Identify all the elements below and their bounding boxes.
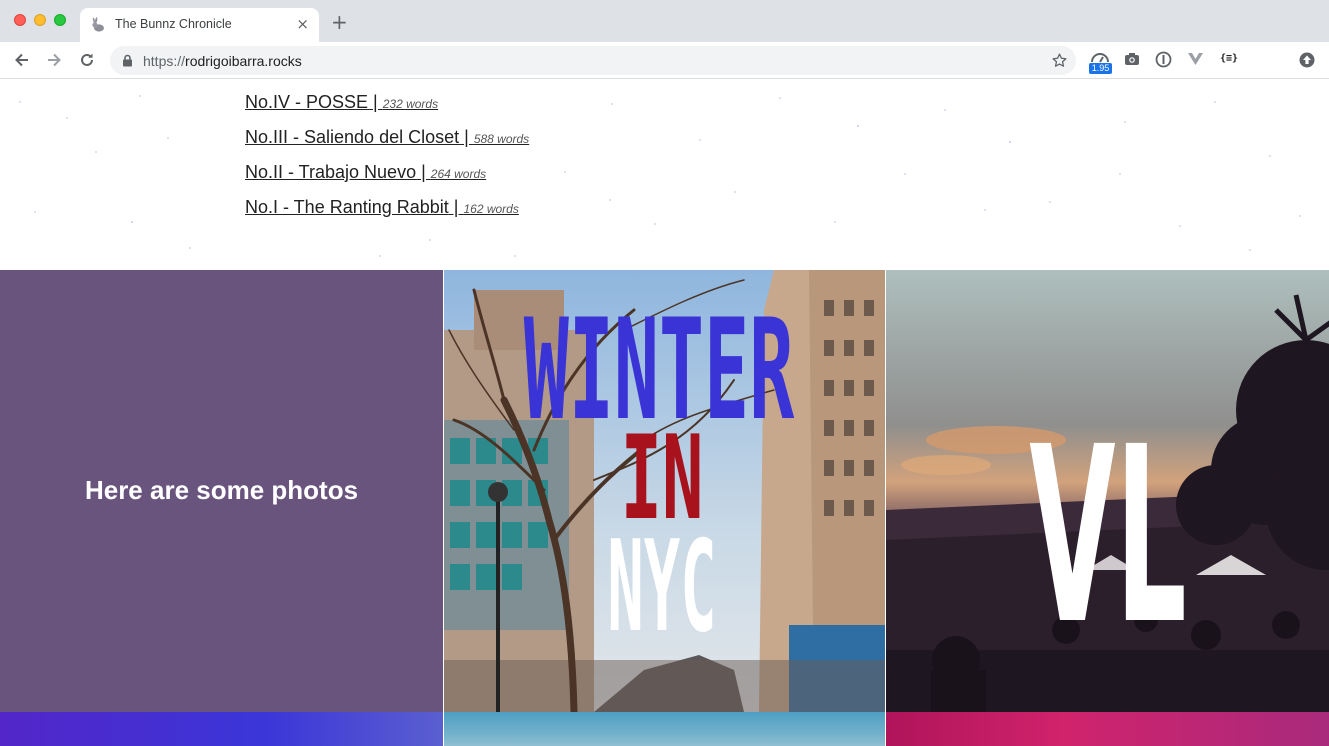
browser-toolbar: https://rodrigoibarra.rocks [0, 42, 1329, 112]
gallery-heading: Here are some photos [84, 475, 359, 505]
gallery-intro-tile: Here are some photos [0, 270, 443, 712]
url-scheme: https:// [143, 53, 186, 69]
vl-photo: VL [886, 270, 1329, 712]
reload-icon[interactable] [77, 50, 97, 70]
post-title: No.II - Trabajo Nuevo [245, 162, 417, 182]
post-link[interactable]: No.III - Saliendo del Closet | 588 words [245, 127, 529, 162]
url-text: https://rodrigoibarra.rocks [143, 53, 302, 69]
url-host: rodrigoibarra.rocks [185, 53, 302, 69]
background-specks [19, 95, 1301, 257]
window-zoom-button[interactable] [54, 14, 66, 26]
post-list: No.IV - POSSE | 232 words No.III - Salie… [245, 92, 529, 232]
photo-winter-in-nyc[interactable]: WINTER IN NYC [444, 270, 885, 712]
post-separator: | [416, 162, 431, 182]
browser-tab[interactable]: The Bunnz Chronicle × [80, 8, 319, 42]
post-word-count: 162 words [463, 202, 519, 216]
page-content: No.IV - POSSE | 232 words No.III - Salie… [0, 80, 1329, 746]
rabbit-favicon-icon [90, 17, 106, 33]
post-separator: | [368, 92, 383, 112]
back-arrow-icon[interactable] [12, 50, 32, 70]
post-word-count: 232 words [382, 97, 439, 111]
post-title: No.IV - POSSE [245, 92, 369, 112]
tab-title: The Bunnz Chronicle [115, 17, 232, 31]
post-link[interactable]: No.I - The Ranting Rabbit | 162 words [245, 197, 529, 232]
extension-badge: 1.95 [1089, 63, 1112, 74]
window-minimize-button[interactable] [34, 14, 46, 26]
post-word-count: 264 words [430, 167, 487, 181]
post-title: No.III - Saliendo del Closet [245, 127, 460, 147]
forward-arrow-icon[interactable] [44, 50, 64, 70]
vl-word: VL [1029, 394, 1186, 678]
post-link[interactable]: No.IV - POSSE | 232 words [245, 92, 529, 127]
photo-vl[interactable]: VL [886, 270, 1329, 712]
post-separator: | [459, 127, 474, 147]
camera-extension-icon[interactable] [1124, 52, 1140, 71]
winter-nyc-photo: WINTER IN NYC [444, 270, 885, 712]
photo-thumbnail[interactable] [0, 712, 443, 746]
tab-strip: The Bunnz Chronicle × + [0, 0, 1329, 42]
bookmark-star-icon[interactable] [1051, 52, 1068, 74]
password-manager-icon[interactable] [1155, 51, 1172, 73]
vue-devtools-icon[interactable] [1187, 52, 1204, 71]
post-title: No.I - The Ranting Rabbit [245, 197, 449, 217]
window-close-button[interactable] [14, 14, 26, 26]
post-separator: | [448, 197, 464, 217]
new-tab-button[interactable]: + [331, 12, 348, 32]
update-icon[interactable] [1299, 52, 1315, 73]
photo-thumbnail[interactable] [886, 712, 1329, 746]
tab-close-icon[interactable]: × [296, 16, 309, 32]
post-word-count: 588 words [473, 132, 530, 146]
photo-thumbnail[interactable] [444, 712, 885, 746]
json-formatter-icon[interactable]: {≡} [1220, 53, 1238, 64]
lock-icon[interactable] [122, 54, 133, 72]
address-bar[interactable]: https://rodrigoibarra.rocks [110, 46, 1076, 75]
nyc-word: NYC [607, 514, 716, 661]
post-link[interactable]: No.II - Trabajo Nuevo | 264 words [245, 162, 529, 197]
